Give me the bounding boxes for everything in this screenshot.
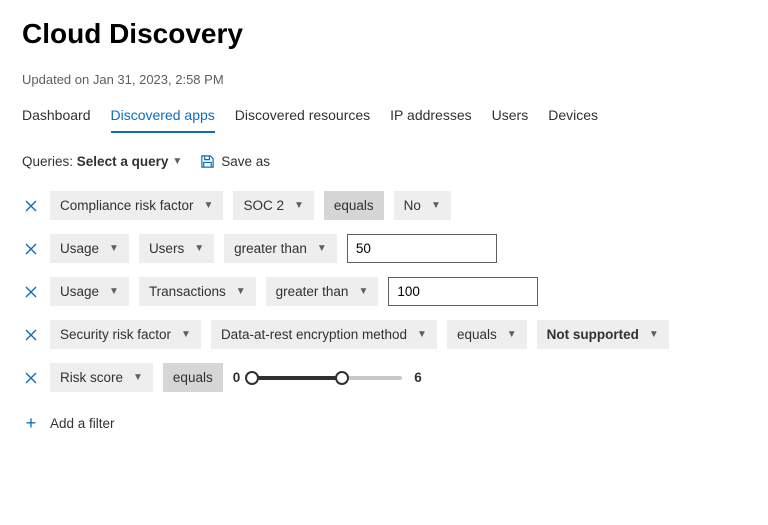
remove-filter-button[interactable] (22, 240, 40, 258)
tab-users[interactable]: Users (492, 101, 529, 133)
filter-operator[interactable]: greater than▼ (224, 234, 337, 263)
queries-row: Queries: Select a query ▼ Save as (22, 154, 746, 169)
save-icon (200, 154, 215, 169)
filter-operator[interactable]: greater than▼ (266, 277, 379, 306)
chevron-down-icon: ▼ (649, 329, 659, 340)
save-as-button[interactable]: Save as (200, 154, 270, 169)
chevron-down-icon: ▼ (204, 200, 214, 211)
filter-subfield[interactable]: SOC 2▼ (233, 191, 313, 220)
save-as-label: Save as (221, 154, 270, 169)
add-filter-button[interactable]: + (22, 414, 40, 432)
filter-operator[interactable]: equals (163, 363, 223, 392)
filter-operator[interactable]: equals▼ (447, 320, 527, 349)
chevron-down-icon: ▼ (194, 243, 204, 254)
slider-thumb-high[interactable] (335, 371, 349, 385)
filter-field[interactable]: Usage▼ (50, 234, 129, 263)
filter-value-input[interactable] (388, 277, 538, 306)
filters: Compliance risk factor▼ SOC 2▼ equals No▼ Us… (22, 191, 746, 432)
updated-timestamp: Updated on Jan 31, 2023, 2:58 PM (22, 72, 746, 87)
filter-subfield[interactable]: Data-at-rest encryption method▼ (211, 320, 437, 349)
add-filter-row: + Add a filter (22, 414, 746, 432)
filter-row: Compliance risk factor▼ SOC 2▼ equals No▼ (22, 191, 746, 220)
chevron-down-icon: ▼ (109, 286, 119, 297)
add-filter-label[interactable]: Add a filter (50, 416, 115, 431)
tab-discovered-resources[interactable]: Discovered resources (235, 101, 370, 133)
page-title: Cloud Discovery (22, 18, 746, 50)
filter-value-input[interactable] (347, 234, 497, 263)
filter-field[interactable]: Usage▼ (50, 277, 129, 306)
filter-field[interactable]: Security risk factor▼ (50, 320, 201, 349)
filter-subfield[interactable]: Users▼ (139, 234, 214, 263)
filter-row: Usage▼ Users▼ greater than▼ (22, 234, 746, 263)
filter-subfield[interactable]: Transactions▼ (139, 277, 256, 306)
chevron-down-icon: ▼ (431, 200, 441, 211)
risk-score-slider[interactable]: 06 (233, 369, 422, 387)
queries-label: Queries: (22, 154, 73, 169)
filter-value[interactable]: Not supported▼ (537, 320, 669, 349)
filter-row: Risk score▼equals06 (22, 363, 746, 392)
tab-ip-addresses[interactable]: IP addresses (390, 101, 471, 133)
tab-devices[interactable]: Devices (548, 101, 598, 133)
remove-filter-button[interactable] (22, 369, 40, 387)
slider-low-label: 0 (233, 370, 241, 385)
chevron-down-icon: ▼ (133, 372, 143, 383)
tab-dashboard[interactable]: Dashboard (22, 101, 91, 133)
tab-discovered-apps[interactable]: Discovered apps (111, 101, 215, 133)
filter-operator[interactable]: equals (324, 191, 384, 220)
queries-select[interactable]: Select a query ▼ (77, 154, 182, 169)
chevron-down-icon: ▼ (181, 329, 191, 340)
remove-filter-button[interactable] (22, 197, 40, 215)
filter-field[interactable]: Compliance risk factor▼ (50, 191, 223, 220)
filter-row: Security risk factor▼ Data-at-rest encryp… (22, 320, 746, 349)
slider-thumb-low[interactable] (245, 371, 259, 385)
queries-select-label: Select a query (77, 154, 169, 169)
slider-high-label: 6 (414, 370, 422, 385)
chevron-down-icon: ▼ (294, 200, 304, 211)
chevron-down-icon: ▼ (317, 243, 327, 254)
chevron-down-icon: ▼ (507, 329, 517, 340)
chevron-down-icon: ▼ (358, 286, 368, 297)
tabs: Dashboard Discovered apps Discovered resou… (22, 101, 746, 134)
chevron-down-icon: ▼ (417, 329, 427, 340)
chevron-down-icon: ▼ (172, 156, 182, 167)
filter-row: Usage▼ Transactions▼ greater than▼ (22, 277, 746, 306)
chevron-down-icon: ▼ (236, 286, 246, 297)
filter-field[interactable]: Risk score▼ (50, 363, 153, 392)
remove-filter-button[interactable] (22, 326, 40, 344)
remove-filter-button[interactable] (22, 283, 40, 301)
chevron-down-icon: ▼ (109, 243, 119, 254)
filter-value[interactable]: No▼ (394, 191, 451, 220)
